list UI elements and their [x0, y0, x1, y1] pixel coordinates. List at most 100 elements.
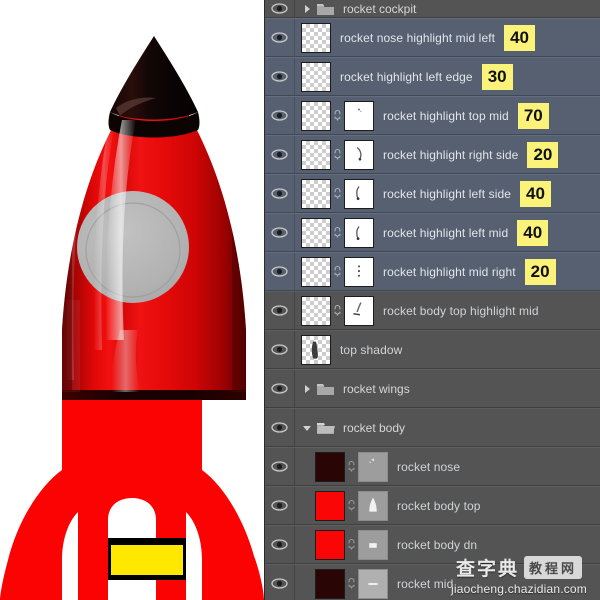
layer-row-rocket-wings[interactable]: rocket wings: [265, 369, 600, 408]
visibility-toggle[interactable]: [265, 19, 295, 56]
layer-row-rocket-highlight-mid-right[interactable]: rocket highlight mid right 20: [265, 252, 600, 291]
layer-name: rocket cockpit: [343, 2, 416, 16]
layer-thumbnail[interactable]: [315, 569, 345, 599]
layer-thumbnail[interactable]: [315, 530, 345, 560]
layer-row-rocket-body-top-highlight-mid[interactable]: rocket body top highlight mid: [265, 291, 600, 330]
chain-link-icon: [347, 577, 356, 590]
chain-link-icon: [333, 109, 342, 122]
chevron-right-icon[interactable]: [301, 383, 313, 395]
layer-thumbnail[interactable]: [315, 452, 345, 482]
layer-mask-thumbnail[interactable]: [358, 569, 388, 599]
link-mask-icon[interactable]: [331, 140, 344, 170]
step-badge: 70: [518, 103, 549, 129]
layer-row-rocket-body-dn[interactable]: rocket body dn: [265, 525, 600, 564]
layer-thumbnail[interactable]: [301, 296, 331, 326]
eye-icon: [271, 3, 288, 14]
layer-mask-thumbnail[interactable]: [344, 140, 374, 170]
chevron-down-icon[interactable]: [301, 422, 313, 434]
visibility-toggle[interactable]: [265, 292, 295, 329]
layer-name: top shadow: [340, 343, 402, 357]
mask-preview: [345, 297, 373, 325]
mask-preview: [359, 570, 387, 598]
eye-icon: [271, 110, 288, 121]
layer-thumbnail[interactable]: [301, 23, 331, 53]
visibility-toggle[interactable]: [265, 331, 295, 368]
link-mask-icon[interactable]: [345, 452, 358, 482]
layer-row-rocket-body-group[interactable]: rocket body: [265, 408, 600, 447]
layer-row-rocket-body-top[interactable]: rocket body top: [265, 486, 600, 525]
visibility-toggle[interactable]: [265, 526, 295, 563]
visibility-toggle[interactable]: [265, 448, 295, 485]
layer-row-rocket-highlight-left-edge[interactable]: rocket highlight left edge 30: [265, 57, 600, 96]
mask-preview: [345, 180, 373, 208]
layer-row-rocket-highlight-right-side[interactable]: rocket highlight right side 20: [265, 135, 600, 174]
link-mask-icon[interactable]: [345, 530, 358, 560]
layer-mask-thumbnail[interactable]: [358, 491, 388, 521]
layer-thumbnail[interactable]: [301, 140, 331, 170]
chain-link-icon: [347, 538, 356, 551]
link-mask-icon[interactable]: [331, 257, 344, 287]
visibility-toggle[interactable]: [265, 253, 295, 290]
mask-preview: [345, 102, 373, 130]
link-mask-icon[interactable]: [345, 491, 358, 521]
visibility-toggle[interactable]: [265, 370, 295, 407]
layer-row-rocket-highlight-left-side[interactable]: rocket highlight left side 40: [265, 174, 600, 213]
link-mask-icon[interactable]: [331, 101, 344, 131]
link-mask-icon[interactable]: [331, 218, 344, 248]
layer-name: rocket highlight mid right: [383, 265, 516, 279]
layer-row-rocket-cockpit[interactable]: rocket cockpit: [265, 0, 600, 18]
layer-mask-thumbnail[interactable]: [344, 179, 374, 209]
layer-name: rocket wings: [343, 382, 410, 396]
layer-mask-thumbnail[interactable]: [344, 101, 374, 131]
folder-icon: [316, 2, 335, 16]
layer-name: rocket highlight top mid: [383, 109, 509, 123]
row-content: rocket body top highlight mid: [295, 292, 600, 329]
layer-mask-thumbnail[interactable]: [358, 530, 388, 560]
link-mask-icon[interactable]: [331, 296, 344, 326]
layer-row-rocket-highlight-left-mid[interactable]: rocket highlight left mid 40: [265, 213, 600, 252]
layer-row-rocket-nose[interactable]: rocket nose: [265, 447, 600, 486]
link-mask-icon[interactable]: [331, 179, 344, 209]
image-canvas[interactable]: [0, 0, 264, 600]
visibility-toggle[interactable]: [265, 175, 295, 212]
layer-name: rocket mid: [397, 577, 453, 591]
step-badge: 20: [527, 142, 558, 168]
step-badge: 40: [517, 220, 548, 246]
link-mask-icon[interactable]: [345, 569, 358, 599]
layer-thumbnail[interactable]: [301, 179, 331, 209]
layer-thumbnail[interactable]: [301, 218, 331, 248]
row-content: rocket cockpit: [295, 0, 600, 17]
visibility-toggle[interactable]: [265, 0, 295, 17]
layer-thumbnail[interactable]: [301, 101, 331, 131]
visibility-toggle[interactable]: [265, 409, 295, 446]
step-badge: 30: [482, 64, 513, 90]
layer-thumbnail[interactable]: [315, 491, 345, 521]
layer-mask-thumbnail[interactable]: [358, 452, 388, 482]
layer-row-rocket-highlight-top-mid[interactable]: rocket highlight top mid 70: [265, 96, 600, 135]
layer-thumbnail[interactable]: [301, 335, 331, 365]
visibility-toggle[interactable]: [265, 58, 295, 95]
layer-thumbnail[interactable]: [301, 257, 331, 287]
layer-row-rocket-mid[interactable]: rocket mid: [265, 564, 600, 600]
visibility-toggle[interactable]: [265, 565, 295, 600]
layer-row-top-shadow[interactable]: top shadow: [265, 330, 600, 369]
rocket-illustration: [0, 0, 264, 600]
eye-icon: [271, 227, 288, 238]
row-content: rocket mid: [295, 565, 600, 600]
layer-mask-thumbnail[interactable]: [344, 218, 374, 248]
visibility-toggle[interactable]: [265, 487, 295, 524]
layers-panel[interactable]: rocket cockpit rocket nose highlight mid…: [264, 0, 600, 600]
chevron-right-icon[interactable]: [301, 3, 313, 15]
row-content: rocket body: [295, 409, 600, 446]
layer-name: rocket highlight left mid: [383, 226, 508, 240]
layer-mask-thumbnail[interactable]: [344, 296, 374, 326]
layer-name: rocket body dn: [397, 538, 477, 552]
visibility-toggle[interactable]: [265, 97, 295, 134]
step-badge: 40: [504, 25, 535, 51]
visibility-toggle[interactable]: [265, 136, 295, 173]
layer-row-rocket-nose-highlight-mid-left[interactable]: rocket nose highlight mid left 40: [265, 18, 600, 57]
layer-mask-thumbnail[interactable]: [344, 257, 374, 287]
visibility-toggle[interactable]: [265, 214, 295, 251]
layer-thumbnail[interactable]: [301, 62, 331, 92]
layer-name: rocket highlight left side: [383, 187, 511, 201]
